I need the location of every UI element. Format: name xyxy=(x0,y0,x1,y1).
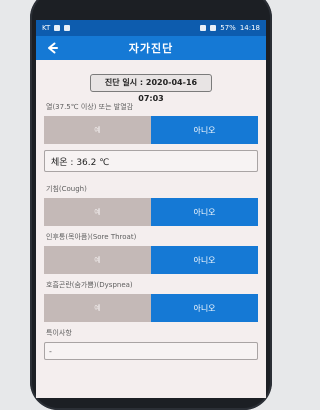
question-label-sore-throat: 인후통(목아픔)(Sore Throat) xyxy=(46,233,137,241)
no-button-sore-throat[interactable]: 아니오 xyxy=(151,246,258,274)
yes-button-cough[interactable]: 예 xyxy=(44,198,151,226)
toggle-sore-throat: 예 아니오 xyxy=(44,246,258,274)
app-bar: 자가진단 xyxy=(36,36,266,60)
toggle-fever: 예 아니오 xyxy=(44,116,258,144)
notification-icon xyxy=(54,25,61,31)
wifi-icon xyxy=(200,25,207,31)
notes-field[interactable]: - xyxy=(44,342,258,360)
yes-button-fever[interactable]: 예 xyxy=(44,116,151,144)
toggle-dyspnea: 예 아니오 xyxy=(44,294,258,322)
yes-button-sore-throat[interactable]: 예 xyxy=(44,246,151,274)
diagnosis-time: 진단 일시 : 2020-04-16 07:03 xyxy=(90,74,212,103)
carrier-text: KT xyxy=(42,24,51,32)
back-arrow-icon[interactable] xyxy=(44,40,60,56)
no-button-dyspnea[interactable]: 아니오 xyxy=(151,294,258,322)
app-screen: KT 57% 14:18 자가진단 진단 일시 : 2020-04-16 07:… xyxy=(36,20,266,398)
notes-label: 특이사항 xyxy=(46,329,72,337)
status-bar: KT 57% 14:18 xyxy=(36,20,266,36)
message-icon xyxy=(64,25,71,31)
battery-text: 57% xyxy=(220,24,236,32)
signal-icon xyxy=(210,25,217,31)
page-title: 자가진단 xyxy=(128,42,174,55)
clock-text: 14:18 xyxy=(239,24,260,32)
question-label-cough: 기침(Cough) xyxy=(46,185,87,193)
question-label-dyspnea: 호흡곤란(숨가쁨)(Dyspnea) xyxy=(46,281,133,289)
no-button-cough[interactable]: 아니오 xyxy=(151,198,258,226)
status-right: 57% 14:18 xyxy=(200,24,260,32)
content: 진단 일시 : 2020-04-16 07:03 열(37.5℃ 이상) 또는 … xyxy=(36,60,266,360)
no-button-fever[interactable]: 아니오 xyxy=(151,116,258,144)
yes-button-dyspnea[interactable]: 예 xyxy=(44,294,151,322)
toggle-cough: 예 아니오 xyxy=(44,198,258,226)
temperature-field[interactable]: 체온 : 36.2 ℃ xyxy=(44,150,258,172)
status-left: KT xyxy=(42,24,71,32)
